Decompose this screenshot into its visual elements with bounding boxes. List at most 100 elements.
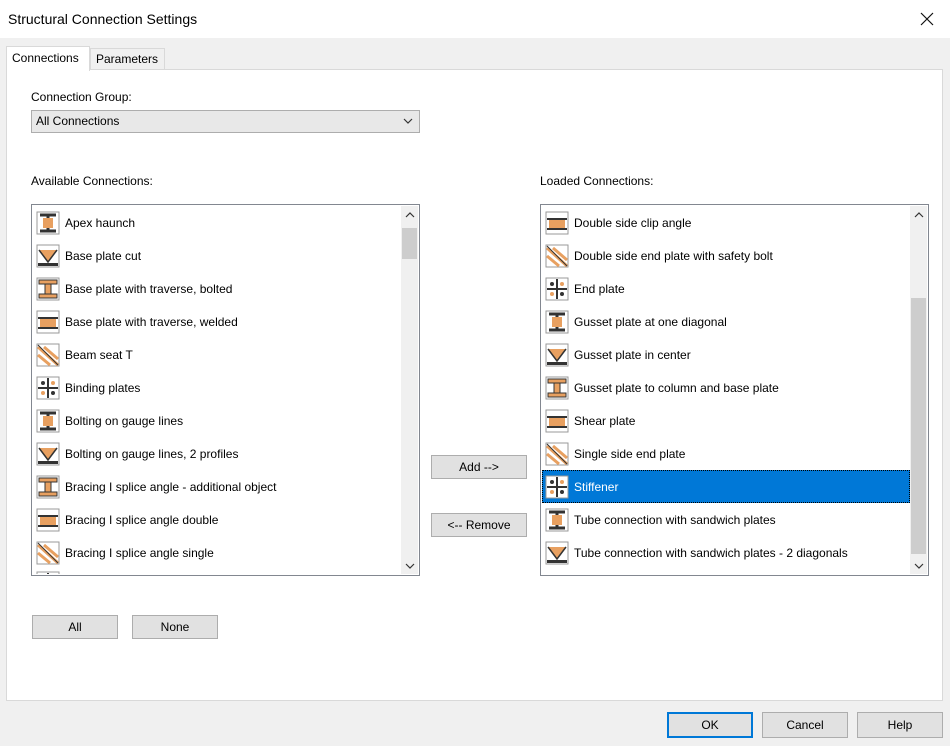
tab-connections[interactable]: Connections <box>6 46 90 71</box>
apex-haunch-icon <box>34 209 62 237</box>
list-item[interactable]: Bolting on gauge lines, 2 profiles <box>33 437 401 470</box>
single-side-end-plate-icon <box>543 440 571 468</box>
list-item-label: Apex haunch <box>65 215 136 230</box>
tube-sandwich-plates-2-diagonals-icon <box>543 539 571 567</box>
list-item-label: Bolting on gauge lines, 2 profiles <box>65 446 239 461</box>
list-item[interactable]: Bracing I splice angle double <box>33 503 401 536</box>
shear-plate-icon <box>543 407 571 435</box>
window-title: Structural Connection Settings <box>8 11 198 27</box>
connection-icon <box>34 569 62 574</box>
connection-group-select[interactable]: All Connections <box>31 110 420 133</box>
title-bar: Structural Connection Settings <box>0 0 950 38</box>
list-item[interactable]: End plate <box>542 272 910 305</box>
list-item[interactable]: Bracing I splice angle - additional obje… <box>33 470 401 503</box>
list-item-label: Bracing I splice angle - additional obje… <box>65 479 277 494</box>
select-none-button[interactable]: None <box>132 615 218 639</box>
base-plate-cut-icon <box>34 242 62 270</box>
list-item-label: Base plate with traverse, welded <box>65 314 238 329</box>
list-item[interactable]: Tube connection with sandwich plates <box>542 503 910 536</box>
bracing-splice-single-icon <box>34 539 62 567</box>
binding-plates-icon <box>34 374 62 402</box>
list-item[interactable]: Base plate with traverse, bolted <box>33 272 401 305</box>
double-side-end-plate-safety-bolt-icon <box>543 242 571 270</box>
list-item-label: Bracing I splice angle single <box>65 545 214 560</box>
list-item-label: End plate <box>574 281 625 296</box>
cancel-button[interactable]: Cancel <box>762 712 848 738</box>
list-item[interactable]: Stiffener <box>542 470 910 503</box>
list-item[interactable]: Beam seat T <box>33 338 401 371</box>
beam-seat-t-icon <box>34 341 62 369</box>
list-item[interactable]: Shear plate <box>542 404 910 437</box>
list-item[interactable]: Double side end plate with safety bolt <box>542 239 910 272</box>
list-item-label: Tube connection with sandwich plates - 2… <box>574 545 848 560</box>
tube-sandwich-plates-icon <box>543 506 571 534</box>
list-item[interactable]: Base plate with traverse, welded <box>33 305 401 338</box>
loaded-connections-list[interactable]: Double side clip angle Double side end pl… <box>540 204 929 576</box>
scroll-up-button[interactable] <box>401 206 418 223</box>
end-plate-icon <box>543 275 571 303</box>
bolting-gauge-lines-2-profiles-icon <box>34 440 62 468</box>
chevron-up-icon <box>914 211 923 217</box>
scroll-thumb[interactable] <box>402 228 417 259</box>
list-item[interactable]: Binding plates <box>33 371 401 404</box>
loaded-items: Double side clip angle Double side end pl… <box>542 206 910 574</box>
connection-group-value: All Connections <box>36 114 120 128</box>
connections-panel: Connection Group: All Connections Availa… <box>6 69 943 701</box>
scroll-up-button[interactable] <box>910 206 927 223</box>
tab-parameters[interactable]: Parameters <box>90 48 165 70</box>
gusset-plate-column-base-icon <box>543 374 571 402</box>
tab-parameters-label: Parameters <box>96 52 159 66</box>
list-item-label: Gusset plate at one diagonal <box>574 314 727 329</box>
list-item[interactable]: Gusset plate in center <box>542 338 910 371</box>
list-item[interactable]: Bracing I splice angle single <box>33 536 401 569</box>
list-item[interactable]: Gusset plate to column and base plate <box>542 371 910 404</box>
list-item-label: Gusset plate in center <box>574 347 691 362</box>
list-item[interactable]: Apex haunch <box>33 206 401 239</box>
bracing-splice-double-icon <box>34 506 62 534</box>
scroll-thumb[interactable] <box>911 298 926 554</box>
close-button[interactable] <box>904 0 950 38</box>
list-item-label: Tube connection with sandwich plates <box>574 512 776 527</box>
list-item[interactable]: Base plate cut <box>33 239 401 272</box>
help-button[interactable]: Help <box>857 712 943 738</box>
remove-button[interactable]: <-- Remove <box>431 513 527 537</box>
list-item-label: Single side end plate <box>574 446 686 461</box>
available-items: Apex haunch Base plate cut Base plate with… <box>33 206 401 574</box>
list-item-label: Gusset plate to column and base plate <box>574 380 779 395</box>
list-item-partial[interactable] <box>33 569 401 574</box>
ok-button[interactable]: OK <box>667 712 753 738</box>
base-plate-traverse-welded-icon <box>34 308 62 336</box>
close-icon <box>920 12 934 26</box>
add-button[interactable]: Add --> <box>431 455 527 479</box>
scroll-down-button[interactable] <box>401 557 418 574</box>
tab-connections-label: Connections <box>12 51 79 65</box>
available-scrollbar[interactable] <box>401 206 418 574</box>
list-item[interactable]: Gusset plate at one diagonal <box>542 305 910 338</box>
list-item-label: Bolting on gauge lines <box>65 413 184 428</box>
list-item-label: Bracing I splice angle double <box>65 512 219 527</box>
base-plate-traverse-bolted-icon <box>34 275 62 303</box>
scroll-down-button[interactable] <box>910 557 927 574</box>
list-item-label: Base plate cut <box>65 248 142 263</box>
chevron-down-icon <box>403 118 413 124</box>
bolting-gauge-lines-icon <box>34 407 62 435</box>
list-item-label: Beam seat T <box>65 347 133 362</box>
loaded-scrollbar[interactable] <box>910 206 927 574</box>
list-item[interactable]: Bolting on gauge lines <box>33 404 401 437</box>
connection-group-label: Connection Group: <box>31 90 132 104</box>
list-item-label: Binding plates <box>65 380 141 395</box>
list-item-label: Double side end plate with safety bolt <box>574 248 773 263</box>
list-item-label: Double side clip angle <box>574 215 692 230</box>
bracing-splice-additional-icon <box>34 473 62 501</box>
list-item-label: Base plate with traverse, bolted <box>65 281 233 296</box>
select-all-button[interactable]: All <box>32 615 118 639</box>
available-connections-list[interactable]: Apex haunch Base plate cut Base plate with… <box>31 204 420 576</box>
gusset-plate-center-icon <box>543 341 571 369</box>
list-item[interactable]: Double side clip angle <box>542 206 910 239</box>
stiffener-icon <box>543 473 571 501</box>
double-side-clip-angle-icon <box>543 209 571 237</box>
list-item[interactable]: Tube connection with sandwich plates - 2… <box>542 536 910 569</box>
list-item-label: Stiffener <box>574 479 619 494</box>
loaded-connections-label: Loaded Connections: <box>540 174 654 188</box>
list-item[interactable]: Single side end plate <box>542 437 910 470</box>
